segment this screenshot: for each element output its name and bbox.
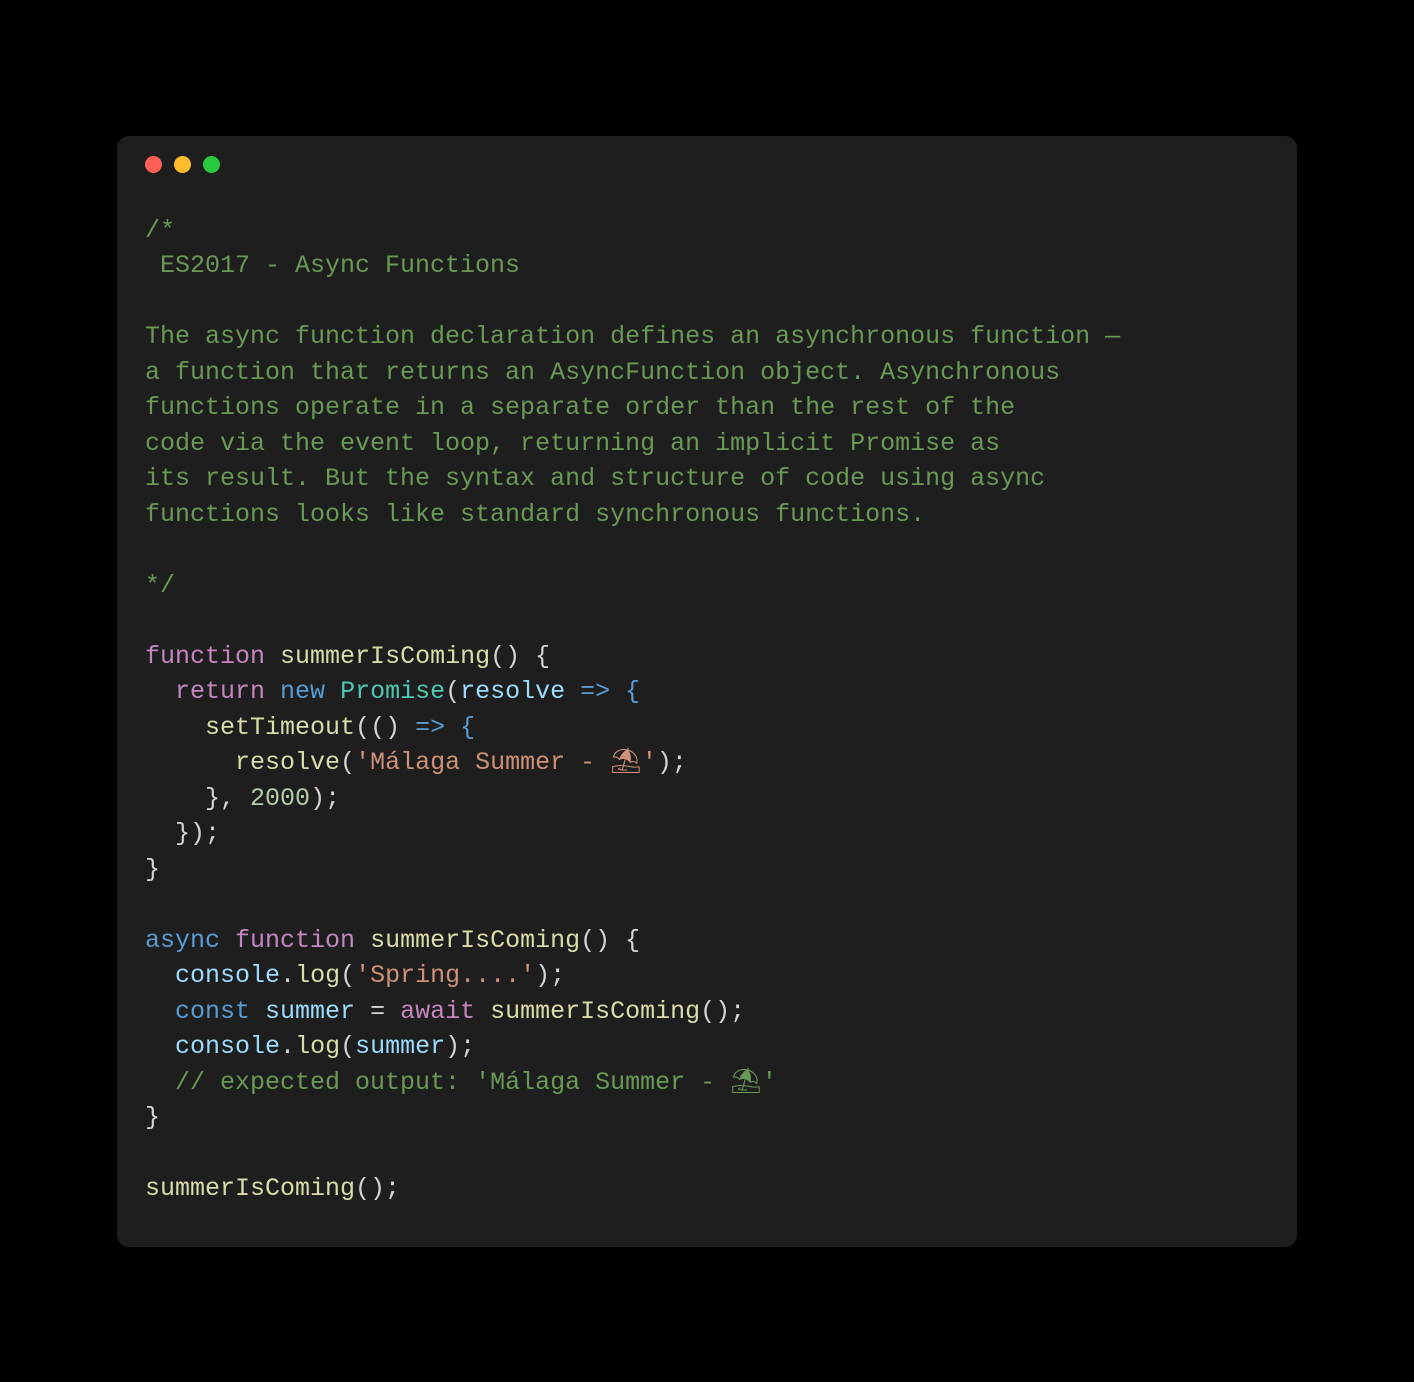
comment-open: /* (145, 216, 175, 245)
close-call: ); (535, 961, 565, 990)
keyword-await: await (400, 997, 475, 1026)
comment-close: */ (145, 571, 175, 600)
var-summer: summer (265, 997, 355, 1026)
class-promise: Promise (340, 677, 445, 706)
fn-resolve: resolve (235, 748, 340, 777)
paren-open: ( (340, 961, 355, 990)
code-editor[interactable]: /* ES2017 - Async Functions The async fu… (117, 183, 1297, 1217)
keyword-new: new (280, 677, 325, 706)
fn-log: log (295, 1032, 340, 1061)
arrow: => { (400, 713, 475, 742)
brace-close: } (145, 1103, 160, 1132)
fn-settimeout: setTimeout (205, 713, 355, 742)
minimize-icon[interactable] (174, 156, 191, 173)
paren-open: ( (340, 1032, 355, 1061)
close-icon[interactable] (145, 156, 162, 173)
fn-call: summerIsComing (145, 1174, 355, 1203)
obj-console: console (175, 961, 280, 990)
brace-close: } (145, 855, 160, 884)
comment-line: The async function declaration defines a… (145, 322, 1120, 351)
brace-close: } (205, 784, 220, 813)
comment-line: a function that returns an AsyncFunction… (145, 358, 1060, 387)
paren-close: ) (385, 713, 400, 742)
paren-close: ) (595, 926, 610, 955)
dot: . (280, 961, 295, 990)
paren-open: ( (445, 677, 460, 706)
brace-open: { (520, 642, 550, 671)
comment-title: ES2017 - Async Functions (145, 251, 520, 280)
arrow: => { (565, 677, 640, 706)
param-resolve: resolve (460, 677, 565, 706)
close-call: ); (445, 1032, 475, 1061)
equals: = (355, 997, 400, 1026)
zoom-icon[interactable] (203, 156, 220, 173)
obj-console: console (175, 1032, 280, 1061)
keyword-async: async (145, 926, 220, 955)
comment-line: code via the event loop, returning an im… (145, 429, 1000, 458)
title-bar (117, 136, 1297, 183)
empty-args: (); (355, 1174, 400, 1203)
empty-args: (); (700, 997, 745, 1026)
comment-line: functions looks like standard synchronou… (145, 500, 925, 529)
comment-line: its result. But the syntax and structure… (145, 464, 1045, 493)
paren-close: ) (505, 642, 520, 671)
keyword-return: return (175, 677, 265, 706)
comma: , (220, 784, 250, 813)
fn-call: summerIsComing (490, 997, 700, 1026)
close-promise: }); (175, 819, 220, 848)
paren-open: ( (490, 642, 505, 671)
fn-log: log (295, 961, 340, 990)
brace-open: { (610, 926, 640, 955)
string-literal: 'Spring....' (355, 961, 535, 990)
code-window: /* ES2017 - Async Functions The async fu… (117, 136, 1297, 1247)
keyword-function: function (235, 926, 355, 955)
keyword-function: function (145, 642, 265, 671)
paren-open: ( (340, 748, 355, 777)
var-summer: summer (355, 1032, 445, 1061)
paren-open: ( (370, 713, 385, 742)
close-call: ); (657, 748, 687, 777)
function-name: summerIsComing (370, 926, 580, 955)
number-literal: 2000 (250, 784, 310, 813)
keyword-const: const (175, 997, 250, 1026)
comment-line: functions operate in a separate order th… (145, 393, 1015, 422)
function-name: summerIsComing (280, 642, 490, 671)
paren-open: ( (355, 713, 370, 742)
string-literal: 'Málaga Summer - ⛱' (355, 748, 657, 777)
dot: . (280, 1032, 295, 1061)
close-call: ); (310, 784, 340, 813)
paren-open: ( (580, 926, 595, 955)
comment-expected: // expected output: 'Málaga Summer - ⛱' (175, 1068, 777, 1097)
